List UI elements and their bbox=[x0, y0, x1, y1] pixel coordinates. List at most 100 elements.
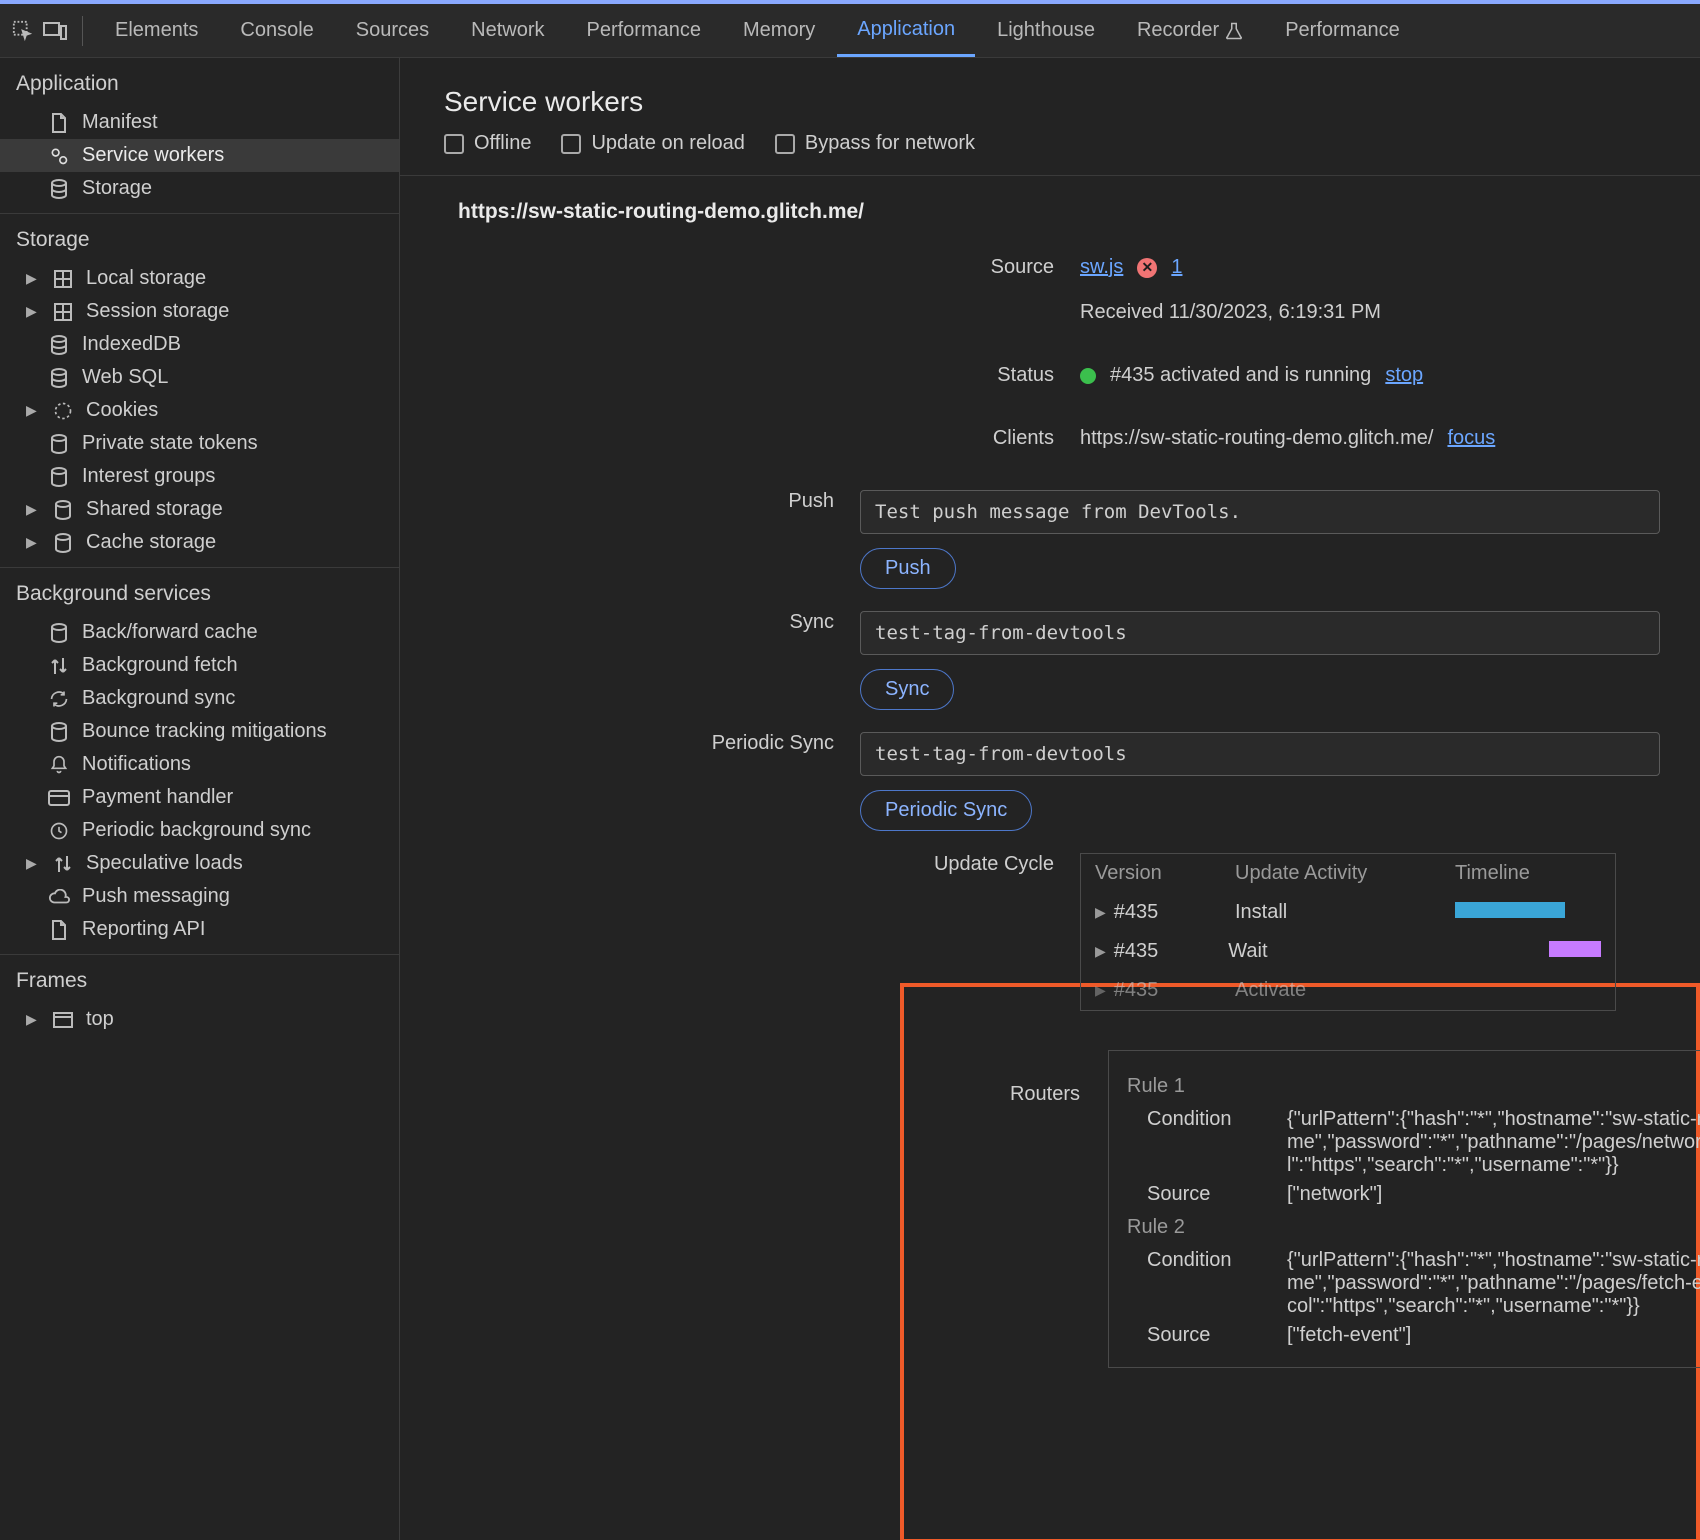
tab-console[interactable]: Console bbox=[220, 4, 333, 57]
stop-link[interactable]: stop bbox=[1385, 364, 1423, 387]
push-input[interactable] bbox=[860, 490, 1660, 534]
sidebar-item-cache-storage[interactable]: ▶Cache storage bbox=[0, 526, 399, 559]
uc-head-timeline: Timeline bbox=[1455, 862, 1601, 885]
chevron-right-icon: ▶ bbox=[1095, 982, 1106, 999]
source-file-link[interactable]: sw.js bbox=[1080, 256, 1123, 279]
sidebar-item-label: Interest groups bbox=[82, 465, 215, 488]
sidebar-item-push-messaging[interactable]: Push messaging bbox=[0, 880, 399, 913]
sidebar-item-label: Web SQL bbox=[82, 366, 168, 389]
chevron-right-icon: ▶ bbox=[26, 501, 40, 518]
database-icon bbox=[48, 178, 70, 200]
sync-button[interactable]: Sync bbox=[860, 669, 954, 710]
cloud-icon bbox=[48, 886, 70, 908]
push-button[interactable]: Push bbox=[860, 548, 956, 589]
sidebar-item-reporting-api[interactable]: Reporting API bbox=[0, 913, 399, 946]
label-source: Source bbox=[400, 250, 1080, 279]
sidebar-item-indexeddb[interactable]: IndexedDB bbox=[0, 328, 399, 361]
sidebar-item-label: IndexedDB bbox=[82, 333, 181, 356]
label-push: Push bbox=[400, 484, 860, 513]
sidebar-item-manifest[interactable]: Manifest bbox=[0, 106, 399, 139]
tab-recorder[interactable]: Recorder bbox=[1117, 4, 1263, 57]
chevron-right-icon: ▶ bbox=[26, 855, 40, 872]
sidebar-item-frame-top[interactable]: ▶top bbox=[0, 1003, 399, 1036]
sidebar-item-private-state-tokens[interactable]: Private state tokens bbox=[0, 427, 399, 460]
checkbox-label: Update on reload bbox=[591, 132, 744, 155]
bypass-for-network-checkbox[interactable]: Bypass for network bbox=[775, 132, 975, 155]
uc-version: #435 bbox=[1114, 979, 1159, 1002]
routers-highlight: Routers Rule 1 Condition{"urlPattern":{"… bbox=[900, 983, 1700, 1540]
error-count-link[interactable]: 1 bbox=[1171, 256, 1182, 279]
sidebar-item-websql[interactable]: Web SQL bbox=[0, 361, 399, 394]
tab-perf-insights[interactable]: Performance bbox=[1265, 4, 1420, 57]
label-update-cycle: Update Cycle bbox=[400, 847, 1080, 876]
sidebar-item-shared-storage[interactable]: ▶ Shared storage bbox=[0, 493, 399, 526]
source-received: Received 11/30/2023, 6:19:31 PM bbox=[1080, 295, 1700, 324]
uc-activity: Activate bbox=[1235, 979, 1435, 1002]
separator bbox=[82, 16, 83, 46]
tab-network[interactable]: Network bbox=[451, 4, 564, 57]
label-clients: Clients bbox=[400, 421, 1080, 450]
tab-performance[interactable]: Performance bbox=[567, 4, 722, 57]
sidebar-item-bg-fetch[interactable]: Background fetch bbox=[0, 649, 399, 682]
sidebar-item-payment-handler[interactable]: Payment handler bbox=[0, 781, 399, 814]
rule-2-condition: {"urlPattern":{"hash":"*","hostname":"sw… bbox=[1287, 1249, 1700, 1318]
sidebar-item-notifications[interactable]: Notifications bbox=[0, 748, 399, 781]
routers-rules-box: Rule 1 Condition{"urlPattern":{"hash":"*… bbox=[1108, 1050, 1700, 1368]
chevron-right-icon: ▶ bbox=[26, 303, 40, 320]
devtools-tabstrip: Elements Console Sources Network Perform… bbox=[0, 0, 1700, 58]
sidebar-item-storage[interactable]: Storage bbox=[0, 172, 399, 205]
sidebar-item-bg-sync[interactable]: Background sync bbox=[0, 682, 399, 715]
service-workers-panel: Service workers Offline Update on reload… bbox=[400, 58, 1700, 1540]
sidebar-item-bounce-tracking[interactable]: Bounce tracking mitigations bbox=[0, 715, 399, 748]
sync-input[interactable] bbox=[860, 611, 1660, 655]
uc-row-wait[interactable]: ▶#435 Wait bbox=[1081, 932, 1615, 971]
tab-memory[interactable]: Memory bbox=[723, 4, 835, 57]
sidebar-item-label: Storage bbox=[82, 177, 152, 200]
sidebar-item-label: Private state tokens bbox=[82, 432, 258, 455]
sidebar-item-label: Shared storage bbox=[86, 498, 223, 521]
card-icon bbox=[48, 787, 70, 809]
update-on-reload-checkbox[interactable]: Update on reload bbox=[561, 132, 744, 155]
sidebar-item-interest-groups[interactable]: Interest groups bbox=[0, 460, 399, 493]
uc-head-version: Version bbox=[1095, 862, 1215, 885]
uc-row-install[interactable]: ▶#435 Install bbox=[1081, 893, 1615, 932]
sidebar-item-bf-cache[interactable]: Back/forward cache bbox=[0, 616, 399, 649]
inspect-icon[interactable] bbox=[8, 16, 38, 46]
uc-head-activity: Update Activity bbox=[1235, 862, 1435, 885]
sync-icon bbox=[48, 688, 70, 710]
periodic-sync-input[interactable] bbox=[860, 732, 1660, 776]
client-url: https://sw-static-routing-demo.glitch.me… bbox=[1080, 427, 1433, 450]
sidebar-item-label: Speculative loads bbox=[86, 852, 243, 875]
uc-row-activate[interactable]: ▶ #435 Activate bbox=[1081, 971, 1615, 1010]
offline-checkbox[interactable]: Offline bbox=[444, 132, 531, 155]
bell-icon bbox=[48, 754, 70, 776]
sidebar-item-label: Background sync bbox=[82, 687, 235, 710]
uc-activity: Install bbox=[1235, 901, 1435, 924]
tab-sources[interactable]: Sources bbox=[336, 4, 449, 57]
tab-lighthouse[interactable]: Lighthouse bbox=[977, 4, 1115, 57]
sidebar-item-speculative-loads[interactable]: ▶ Speculative loads bbox=[0, 847, 399, 880]
file-icon bbox=[48, 919, 70, 941]
sidebar-item-periodic-bg-sync[interactable]: Periodic background sync bbox=[0, 814, 399, 847]
sidebar-item-session-storage[interactable]: ▶Session storage bbox=[0, 295, 399, 328]
arrows-vertical-icon bbox=[48, 655, 70, 677]
sidebar-item-cookies[interactable]: ▶Cookies bbox=[0, 394, 399, 427]
sidebar-item-label: Periodic background sync bbox=[82, 819, 311, 842]
periodic-sync-button[interactable]: Periodic Sync bbox=[860, 790, 1032, 831]
focus-link[interactable]: focus bbox=[1447, 427, 1495, 450]
error-icon[interactable]: ✕ bbox=[1137, 258, 1157, 278]
tab-elements[interactable]: Elements bbox=[95, 4, 218, 57]
label-periodic-sync: Periodic Sync bbox=[400, 726, 860, 755]
sidebar-item-label: top bbox=[86, 1008, 114, 1031]
device-toggle-icon[interactable] bbox=[40, 16, 70, 46]
sidebar-item-label: Payment handler bbox=[82, 786, 233, 809]
tab-application[interactable]: Application bbox=[837, 4, 975, 57]
sidebar-item-label: Cookies bbox=[86, 399, 158, 422]
sidebar-item-service-workers[interactable]: Service workers bbox=[0, 139, 399, 172]
database-icon bbox=[52, 499, 74, 521]
sidebar-item-local-storage[interactable]: ▶Local storage bbox=[0, 262, 399, 295]
sidebar-item-label: Manifest bbox=[82, 111, 158, 134]
checkbox-label: Bypass for network bbox=[805, 132, 975, 155]
rule-2-condition-label: Condition bbox=[1147, 1249, 1257, 1318]
label-routers: Routers bbox=[904, 1083, 1080, 1106]
